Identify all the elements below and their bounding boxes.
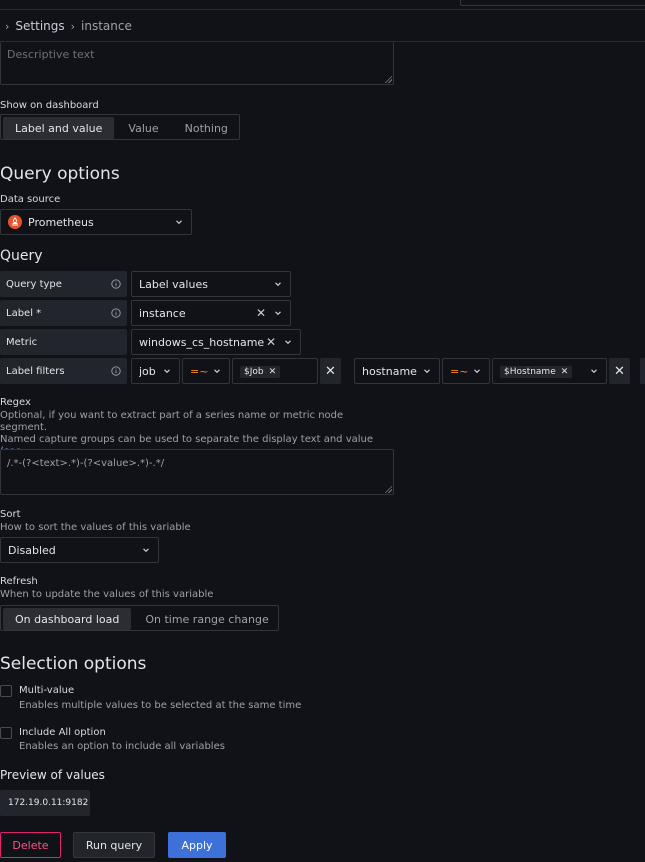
data-source-value: Prometheus: [28, 215, 94, 229]
info-icon[interactable]: [111, 279, 121, 289]
chevron-down-icon: [143, 548, 149, 553]
delete-button[interactable]: Delete: [0, 832, 61, 858]
regex-textarea[interactable]: /.*-(?<text>.*)-(?<value>.*)-.*/: [0, 449, 394, 495]
info-icon[interactable]: [111, 366, 121, 376]
info-icon[interactable]: [111, 308, 121, 318]
remove-filter-button[interactable]: ✕: [320, 358, 341, 384]
metric-select[interactable]: windows_cs_hostname ✕: [131, 329, 301, 355]
regex-value: /.*-(?<text>.*)-(?<value>.*)-.*/: [7, 458, 165, 469]
clear-icon[interactable]: ✕: [256, 306, 266, 320]
query-type-label: Query type: [0, 271, 127, 297]
query-title: Query: [0, 248, 43, 264]
multi-value-description: Enables multiple values to be selected a…: [19, 700, 302, 711]
preview-title: Preview of values: [0, 768, 105, 782]
resize-grip-icon[interactable]: [384, 485, 392, 493]
data-source-select[interactable]: Prometheus: [0, 209, 192, 235]
query-options-title: Query options: [0, 164, 120, 184]
run-query-button[interactable]: Run query: [73, 832, 155, 858]
radio-value[interactable]: Value: [116, 117, 170, 139]
sort-select[interactable]: Disabled: [0, 537, 159, 563]
filter-key-select[interactable]: hostname: [354, 358, 440, 384]
filter-value-chip: $Hostname ✕: [500, 366, 573, 378]
selection-options-title: Selection options: [0, 654, 147, 674]
chevron-down-icon: [424, 369, 430, 374]
multi-value-checkbox[interactable]: [0, 685, 12, 697]
label-filters-label: Label filters: [0, 358, 127, 384]
metric-label: Metric: [0, 329, 127, 355]
chip-remove-icon[interactable]: ✕: [269, 367, 277, 377]
breadcrumb-item-settings[interactable]: Settings: [15, 19, 64, 33]
filter-operator-select[interactable]: =~: [442, 358, 490, 384]
resize-grip-icon[interactable]: [384, 75, 392, 83]
chevron-down-icon: [591, 369, 597, 374]
chevron-right-icon: ›: [70, 19, 76, 33]
show-on-dashboard-label: Show on dashboard: [0, 100, 99, 111]
filter-key-select[interactable]: job: [131, 358, 180, 384]
remove-filter-button[interactable]: ✕: [609, 358, 630, 384]
preview-value-chip: 172.19.0.11:9182: [0, 790, 90, 816]
top-search-box[interactable]: [460, 0, 645, 6]
chevron-down-icon: [275, 282, 281, 287]
chevron-down-icon: [164, 369, 170, 374]
filter-value-chip: $Job ✕: [240, 366, 281, 378]
query-type-select[interactable]: Label values: [131, 271, 291, 297]
radio-on-time-range-change[interactable]: On time range change: [133, 608, 280, 630]
include-all-label[interactable]: Include All option: [19, 727, 106, 738]
add-filter-button[interactable]: [640, 358, 645, 384]
chevron-down-icon: [474, 369, 480, 374]
include-all-description: Enables an option to include all variabl…: [19, 741, 225, 752]
clear-icon[interactable]: ✕: [266, 335, 276, 349]
apply-button[interactable]: Apply: [168, 832, 226, 858]
chevron-down-icon: [275, 311, 281, 316]
chevron-down-icon: [176, 220, 182, 225]
radio-label-and-value[interactable]: Label and value: [3, 117, 115, 139]
filter-operator-select[interactable]: =~: [182, 358, 230, 384]
sort-label: Sort: [0, 509, 21, 520]
query-type-value: Label values: [139, 277, 208, 291]
data-source-label: Data source: [0, 194, 61, 205]
filter-value-select[interactable]: $Job ✕: [232, 358, 318, 384]
metric-value: windows_cs_hostname: [139, 335, 265, 349]
chevron-down-icon: [214, 369, 220, 374]
description-placeholder: Descriptive text: [7, 48, 95, 61]
include-all-checkbox[interactable]: [0, 727, 12, 739]
label-select[interactable]: instance ✕: [131, 300, 291, 326]
refresh-description: When to update the values of this variab…: [0, 589, 214, 600]
label-value: instance: [139, 306, 186, 320]
multi-value-label[interactable]: Multi-value: [19, 685, 74, 696]
show-on-dashboard-radio: Label and value Value Nothing: [0, 114, 240, 140]
refresh-label: Refresh: [0, 576, 38, 587]
breadcrumb-item-current: instance: [81, 19, 132, 33]
filter-value-select[interactable]: $Hostname ✕: [492, 358, 607, 384]
label-field-label: Label *: [0, 300, 127, 326]
chip-remove-icon[interactable]: ✕: [561, 367, 569, 377]
chevron-down-icon: [285, 340, 291, 345]
description-textarea[interactable]: Descriptive text: [0, 42, 394, 85]
sort-value: Disabled: [8, 543, 56, 557]
regex-label: Regex: [0, 397, 31, 408]
sort-description: How to sort the values of this variable: [0, 522, 191, 533]
refresh-radio: On dashboard load On time range change: [0, 605, 279, 631]
breadcrumb: › Settings › instance: [0, 11, 645, 42]
radio-nothing[interactable]: Nothing: [173, 117, 240, 139]
radio-on-dashboard-load[interactable]: On dashboard load: [3, 608, 132, 630]
prometheus-icon: [8, 215, 22, 229]
chevron-right-icon: ›: [5, 19, 10, 33]
